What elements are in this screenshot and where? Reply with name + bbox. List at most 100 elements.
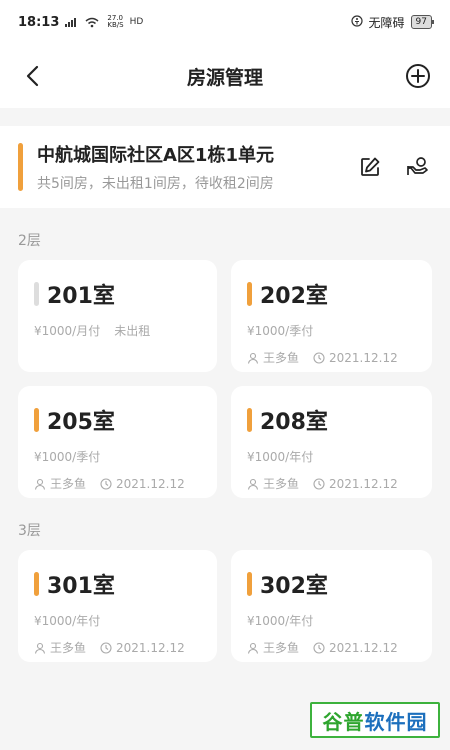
tenant-name: 王多鱼	[263, 351, 300, 365]
tenant-name: 王多鱼	[50, 641, 87, 655]
room-meta-line: 王多鱼 2021.12.12	[34, 475, 201, 492]
accent-bar	[18, 143, 23, 191]
user-icon	[247, 642, 259, 654]
tenant: 王多鱼	[247, 475, 299, 492]
spacer	[0, 108, 450, 126]
room-head: 205室	[34, 404, 201, 436]
occupied-indicator	[247, 408, 252, 432]
clock-icon	[313, 351, 325, 364]
add-room-button[interactable]	[402, 60, 434, 92]
room-grid: 301室 ¥1000/年付 王多鱼 2021.12.12 302室 ¥1000/…	[0, 550, 450, 662]
clock-icon	[313, 641, 325, 654]
clock-icon	[313, 477, 325, 490]
floor-label: 3层	[18, 523, 41, 539]
room-number: 205室	[47, 410, 115, 435]
accessibility-label: 无障碍	[368, 15, 405, 30]
watermark-part-a: 谷普	[322, 709, 365, 734]
room-meta-line: 王多鱼 2021.12.12	[247, 639, 416, 656]
room-price: ¥1000/年付	[247, 450, 314, 464]
building-summary: 共5间房，未出租1间房，待收租2间房	[37, 176, 274, 192]
room-card-208[interactable]: 208室 ¥1000/年付 王多鱼 2021.12.12	[231, 386, 432, 498]
room-status: 未出租	[114, 324, 151, 338]
room-head: 201室	[34, 278, 201, 310]
clock-icon	[100, 641, 112, 654]
hd-icon: HD	[129, 17, 144, 27]
room-price: ¥1000/季付	[247, 324, 314, 338]
watermark-logo: 谷普 软件园	[310, 702, 440, 738]
room-price: ¥1000/月付	[34, 324, 101, 338]
room-card-302[interactable]: 302室 ¥1000/年付 王多鱼 2021.12.12	[231, 550, 432, 662]
tenant-name: 王多鱼	[50, 477, 87, 491]
rent-date: 2021.12.12	[313, 351, 398, 365]
net-speed-unit: KB/S	[107, 21, 124, 29]
edit-icon	[361, 157, 380, 176]
room-price-line: ¥1000/年付	[247, 448, 416, 465]
room-number: 202室	[260, 284, 328, 309]
room-card-201[interactable]: 201室 ¥1000/月付 未出租	[18, 260, 217, 372]
room-card-205[interactable]: 205室 ¥1000/季付 王多鱼 2021.12.12	[18, 386, 217, 498]
occupied-indicator	[247, 282, 252, 306]
user-icon	[247, 478, 259, 490]
building-card[interactable]: 中航城国际社区A区1栋1单元 共5间房，未出租1间房，待收租2间房	[0, 126, 450, 208]
tenant-name: 王多鱼	[263, 477, 300, 491]
room-head: 208室	[247, 404, 416, 436]
room-card-202[interactable]: 202室 ¥1000/季付 王多鱼 2021.12.12	[231, 260, 432, 372]
battery-icon: 97	[410, 15, 435, 29]
room-price: ¥1000/年付	[34, 614, 101, 628]
floor-label: 2层	[18, 233, 41, 249]
rent-date: 2021.12.12	[313, 477, 398, 491]
room-number: 302室	[260, 574, 328, 599]
room-price-line: ¥1000/季付	[34, 448, 201, 465]
room-meta-line: 王多鱼 2021.12.12	[247, 349, 416, 366]
tenant: 王多鱼	[34, 639, 86, 656]
building-actions	[354, 151, 434, 183]
chevron-left-icon	[26, 65, 39, 87]
edit-building-button[interactable]	[354, 151, 386, 183]
room-price-line: ¥1000/年付	[34, 612, 201, 629]
plus-circle-icon	[406, 64, 430, 88]
occupied-indicator	[34, 572, 39, 596]
tenant: 王多鱼	[34, 475, 86, 492]
page-title: 房源管理	[186, 66, 263, 89]
rent-date-value: 2021.12.12	[329, 476, 398, 491]
user-icon	[34, 478, 46, 490]
watermark-part-b: 软件园	[364, 709, 428, 734]
status-left: 18:13 27.0 KB/S HD	[18, 15, 143, 30]
tenant-name: 王多鱼	[263, 641, 300, 655]
room-grid: 201室 ¥1000/月付 未出租 202室 ¥1000/季付 王多鱼 2021…	[0, 260, 450, 498]
room-number: 301室	[47, 574, 115, 599]
status-time: 18:13	[18, 14, 60, 30]
header: 房源管理	[0, 44, 450, 108]
rent-date-value: 2021.12.12	[116, 476, 185, 491]
status-bar: 18:13 27.0 KB/S HD 无障碍 97	[0, 0, 450, 44]
room-card-301[interactable]: 301室 ¥1000/年付 王多鱼 2021.12.12	[18, 550, 217, 662]
building-info: 中航城国际社区A区1栋1单元 共5间房，未出租1间房，待收租2间房	[37, 141, 354, 193]
wifi-icon	[85, 17, 99, 28]
room-price-line: ¥1000/年付	[247, 612, 416, 629]
user-icon	[34, 642, 46, 654]
room-price: ¥1000/季付	[34, 450, 101, 464]
room-price-line: ¥1000/月付 未出租	[34, 322, 201, 339]
room-price-line: ¥1000/季付	[247, 322, 416, 339]
room-head: 202室	[247, 278, 416, 310]
rent-date: 2021.12.12	[100, 477, 185, 491]
room-head: 302室	[247, 568, 416, 600]
rent-date-value: 2021.12.12	[329, 350, 398, 365]
tenant: 王多鱼	[247, 639, 299, 656]
room-meta-line: 王多鱼 2021.12.12	[247, 475, 416, 492]
room-meta-line: 王多鱼 2021.12.12	[34, 639, 201, 656]
hand-coin-icon	[407, 157, 428, 175]
clock-icon	[100, 477, 112, 490]
rent-date-value: 2021.12.12	[329, 640, 398, 655]
vacant-indicator	[34, 282, 39, 306]
collect-rent-button[interactable]	[402, 151, 434, 183]
rent-date: 2021.12.12	[313, 641, 398, 655]
rent-date-value: 2021.12.12	[116, 640, 185, 655]
user-icon	[247, 352, 259, 364]
tenant: 王多鱼	[247, 349, 299, 366]
accessibility-icon	[350, 14, 363, 30]
room-price: ¥1000/年付	[247, 614, 314, 628]
occupied-indicator	[34, 408, 39, 432]
back-button[interactable]	[16, 60, 48, 92]
room-number: 201室	[47, 284, 115, 309]
